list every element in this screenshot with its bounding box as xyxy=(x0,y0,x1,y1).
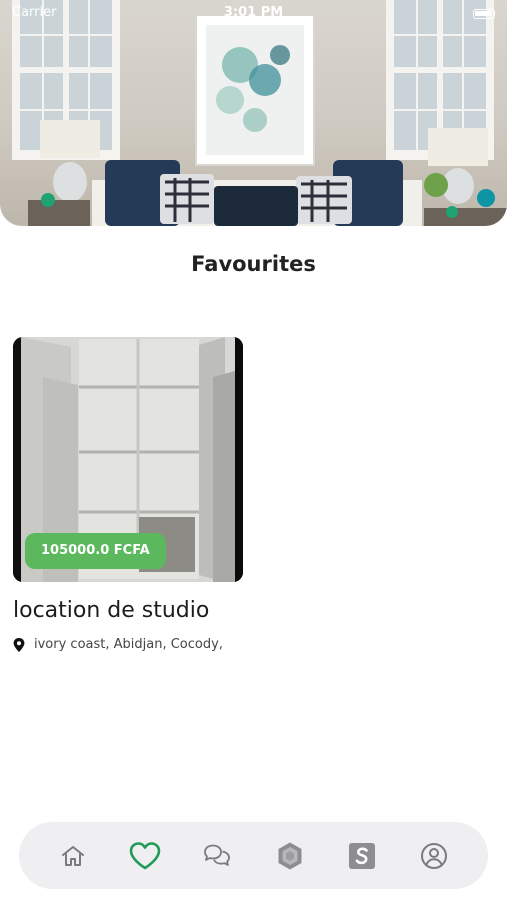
location-text: ivory coast, Abidjan, Cocody, xyxy=(34,637,223,652)
favourite-card[interactable]: 105000.0 FCFA location de studio ivory c… xyxy=(13,337,243,652)
nav-subscriptions[interactable] xyxy=(342,836,382,876)
nav-home[interactable] xyxy=(53,836,93,876)
page-title: Favourites xyxy=(191,252,316,276)
nav-profile[interactable] xyxy=(414,836,454,876)
battery-icon xyxy=(473,9,495,19)
nav-explore[interactable] xyxy=(270,836,310,876)
s-app-icon xyxy=(348,842,375,869)
nav-favourites[interactable] xyxy=(125,836,165,876)
chat-icon xyxy=(204,844,231,866)
location-pin-icon xyxy=(13,637,25,652)
header-photo: Carrier 3:01 PM xyxy=(0,0,507,226)
bottom-navigation xyxy=(19,822,488,889)
user-profile-icon xyxy=(420,842,447,869)
living-room-image xyxy=(12,0,507,226)
listing-location: ivory coast, Abidjan, Cocody, xyxy=(13,637,243,652)
price-badge: 105000.0 FCFA xyxy=(25,533,166,569)
listing-title[interactable]: location de studio xyxy=(13,598,243,623)
status-time: 3:01 PM xyxy=(223,5,284,20)
status-bar: Carrier 3:01 PM xyxy=(0,0,507,26)
nav-messages[interactable] xyxy=(197,836,237,876)
listing-photo[interactable]: 105000.0 FCFA xyxy=(13,337,243,582)
home-icon xyxy=(62,845,85,866)
heart-icon xyxy=(129,841,161,869)
hexagon-icon xyxy=(278,842,302,869)
